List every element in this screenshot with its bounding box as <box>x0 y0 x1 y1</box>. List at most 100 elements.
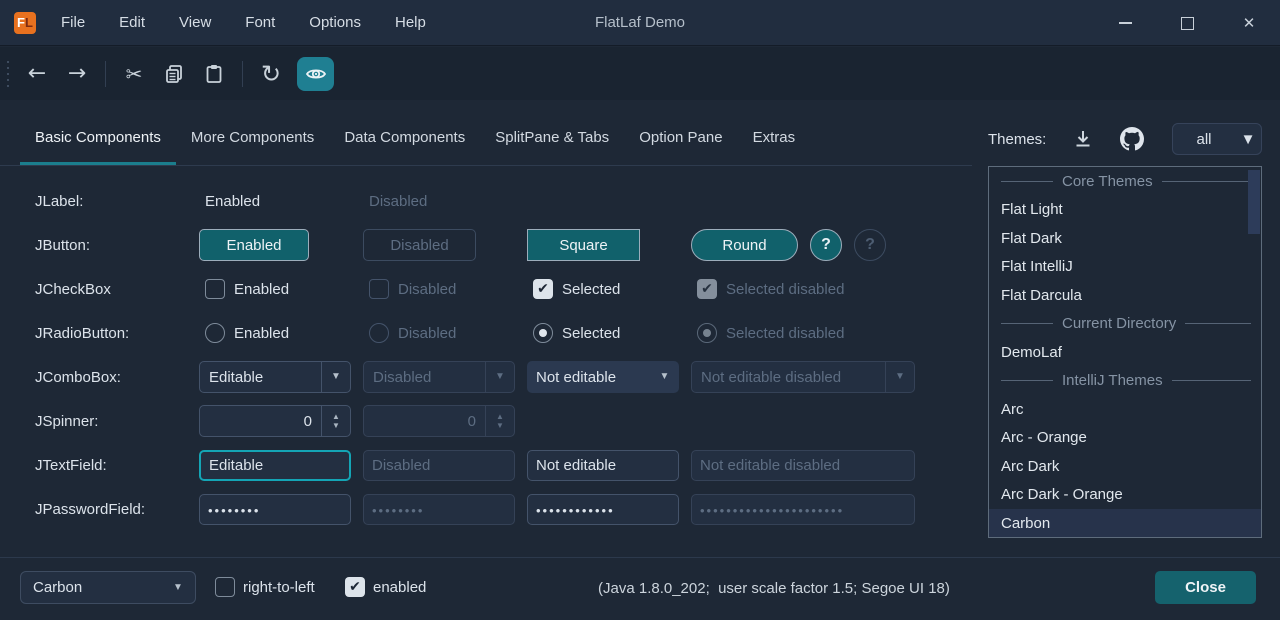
theme-item-arc-dark[interactable]: Arc Dark <box>989 452 1261 481</box>
tab-splitpane-tabs[interactable]: SplitPane & Tabs <box>480 115 624 165</box>
menu-view[interactable]: View <box>162 0 228 46</box>
jlabel-enabled: Enabled <box>199 193 363 210</box>
show-hidden-toggle-button[interactable] <box>297 57 334 91</box>
textfield-not-editable[interactable] <box>527 450 679 481</box>
spinner-arrows: ▲ ▼ <box>485 406 514 436</box>
radio-enabled[interactable]: Enabled <box>199 323 363 343</box>
paste-button[interactable] <box>194 57 234 91</box>
menu-file[interactable]: File <box>44 0 102 46</box>
radio-circle[interactable] <box>533 323 553 343</box>
jlabel-row-label: JLabel: <box>35 193 199 210</box>
maximize-icon <box>1181 17 1194 30</box>
jpasswordfield-row: JPasswordField: <box>35 487 972 531</box>
radio-circle <box>369 323 389 343</box>
jcombobox-row-label: JComboBox: <box>35 369 199 386</box>
checkbox-enabled[interactable]: Enabled <box>199 279 363 299</box>
help-button[interactable]: ? <box>810 229 842 261</box>
passwordfield-not-editable[interactable] <box>527 494 679 525</box>
jbutton-round-button[interactable]: Round <box>691 229 798 261</box>
theme-item-demolaf[interactable]: DemoLaf <box>989 338 1261 367</box>
logo-letter: F <box>17 15 25 30</box>
theme-item-arc-orange[interactable]: Arc - Orange <box>989 424 1261 453</box>
jspinner-row-label: JSpinner: <box>35 413 199 430</box>
checkbox-box: ✔ <box>697 279 717 299</box>
spinner-arrows[interactable]: ▲ ▼ <box>321 406 350 436</box>
theme-item-carbon[interactable]: Carbon <box>989 509 1261 538</box>
refresh-button[interactable]: ↻ <box>251 57 291 91</box>
combobox-editable[interactable]: Editable ▼ <box>199 361 351 393</box>
checkbox-box[interactable]: ✔ <box>533 279 553 299</box>
copy-icon <box>164 64 184 84</box>
checkbox-box[interactable]: ✔ <box>345 577 365 597</box>
status-info-label: (Java 1.8.0_202; user scale factor 1.5; … <box>598 580 950 597</box>
radio-circle[interactable] <box>205 323 225 343</box>
menu-edit[interactable]: Edit <box>102 0 162 46</box>
right-to-left-checkbox[interactable]: right-to-left <box>215 577 315 597</box>
github-link-button[interactable] <box>1120 127 1144 151</box>
chevron-down-icon[interactable]: ▼ <box>321 362 350 392</box>
checkbox-box[interactable] <box>215 577 235 597</box>
laf-combobox[interactable]: Carbon ▼ <box>20 571 196 604</box>
jbutton-enabled-button[interactable]: Enabled <box>199 229 309 261</box>
combobox-not-editable[interactable]: Not editable ▼ <box>527 361 679 393</box>
checkbox-disabled: Disabled <box>363 279 527 299</box>
themes-header: Themes: all ▼ <box>972 112 1280 166</box>
menu-options[interactable]: Options <box>292 0 378 46</box>
github-icon <box>1120 127 1144 151</box>
maximize-button[interactable] <box>1156 0 1218 46</box>
help-button-disabled: ? <box>854 229 886 261</box>
chevron-down-icon: ▼ <box>885 362 914 392</box>
theme-item-flat-darcula[interactable]: Flat Darcula <box>989 281 1261 310</box>
spinner-enabled[interactable]: ▲ ▼ <box>199 405 351 437</box>
tabbed-pane: Basic Components More Components Data Co… <box>0 100 972 166</box>
theme-item-arc-dark-orange[interactable]: Arc Dark - Orange <box>989 481 1261 510</box>
tab-basic-components[interactable]: Basic Components <box>20 115 176 165</box>
spinner-value-input[interactable] <box>200 406 321 436</box>
themes-filter-combobox[interactable]: all ▼ <box>1172 123 1262 155</box>
spinner-down-icon[interactable]: ▼ <box>332 421 340 430</box>
combobox-disabled: Disabled ▼ <box>363 361 515 393</box>
menu-help[interactable]: Help <box>378 0 443 46</box>
minimize-button[interactable] <box>1094 0 1156 46</box>
jbutton-square-button[interactable]: Square <box>527 229 640 261</box>
theme-item-flat-light[interactable]: Flat Light <box>989 196 1261 225</box>
forward-button[interactable]: → <box>57 57 97 91</box>
themes-list-scrollbar[interactable] <box>1248 170 1260 234</box>
spinner-down-icon: ▼ <box>496 421 504 430</box>
tab-extras[interactable]: Extras <box>738 115 811 165</box>
passwordfield-disabled <box>363 494 515 525</box>
jspinner-row: JSpinner: ▲ ▼ ▲ ▼ <box>35 399 972 443</box>
toolbar-grip-handle[interactable] <box>7 61 9 87</box>
back-button[interactable]: ← <box>17 57 57 91</box>
themes-list-separator: Core Themes <box>989 167 1261 196</box>
cut-button[interactable]: ✂ <box>114 57 154 91</box>
tab-more-components[interactable]: More Components <box>176 115 329 165</box>
theme-item-flat-dark[interactable]: Flat Dark <box>989 224 1261 253</box>
chevron-down-icon[interactable]: ▼ <box>650 362 679 392</box>
textfield-editable[interactable] <box>199 450 351 481</box>
checkbox-selected[interactable]: ✔ Selected <box>527 279 691 299</box>
logo-letter: L <box>25 15 33 30</box>
theme-item-arc[interactable]: Arc <box>989 395 1261 424</box>
copy-button[interactable] <box>154 57 194 91</box>
jcheckbox-row-label: JCheckBox <box>35 281 199 298</box>
menu-font[interactable]: Font <box>228 0 292 46</box>
passwordfield-editable[interactable] <box>199 494 351 525</box>
radio-selected[interactable]: Selected <box>527 323 691 343</box>
close-button[interactable]: Close <box>1155 571 1256 604</box>
download-themes-button[interactable] <box>1072 128 1094 150</box>
theme-item-flat-intellij[interactable]: Flat IntelliJ <box>989 253 1261 282</box>
spinner-disabled: ▲ ▼ <box>363 405 515 437</box>
enabled-checkbox[interactable]: ✔ enabled <box>345 577 426 597</box>
menubar: FL File Edit View Font Options Help Flat… <box>0 0 1280 46</box>
radio-disabled: Disabled <box>363 323 527 343</box>
jcombobox-row: JComboBox: Editable ▼ Disabled ▼ Not edi… <box>35 355 972 399</box>
textfield-disabled <box>363 450 515 481</box>
tab-data-components[interactable]: Data Components <box>329 115 480 165</box>
paste-icon <box>204 64 224 84</box>
checkbox-box[interactable] <box>205 279 225 299</box>
spinner-up-icon: ▲ <box>496 412 504 421</box>
close-window-button[interactable]: ✕ <box>1218 0 1280 46</box>
spinner-up-icon[interactable]: ▲ <box>332 412 340 421</box>
tab-option-pane[interactable]: Option Pane <box>624 115 737 165</box>
